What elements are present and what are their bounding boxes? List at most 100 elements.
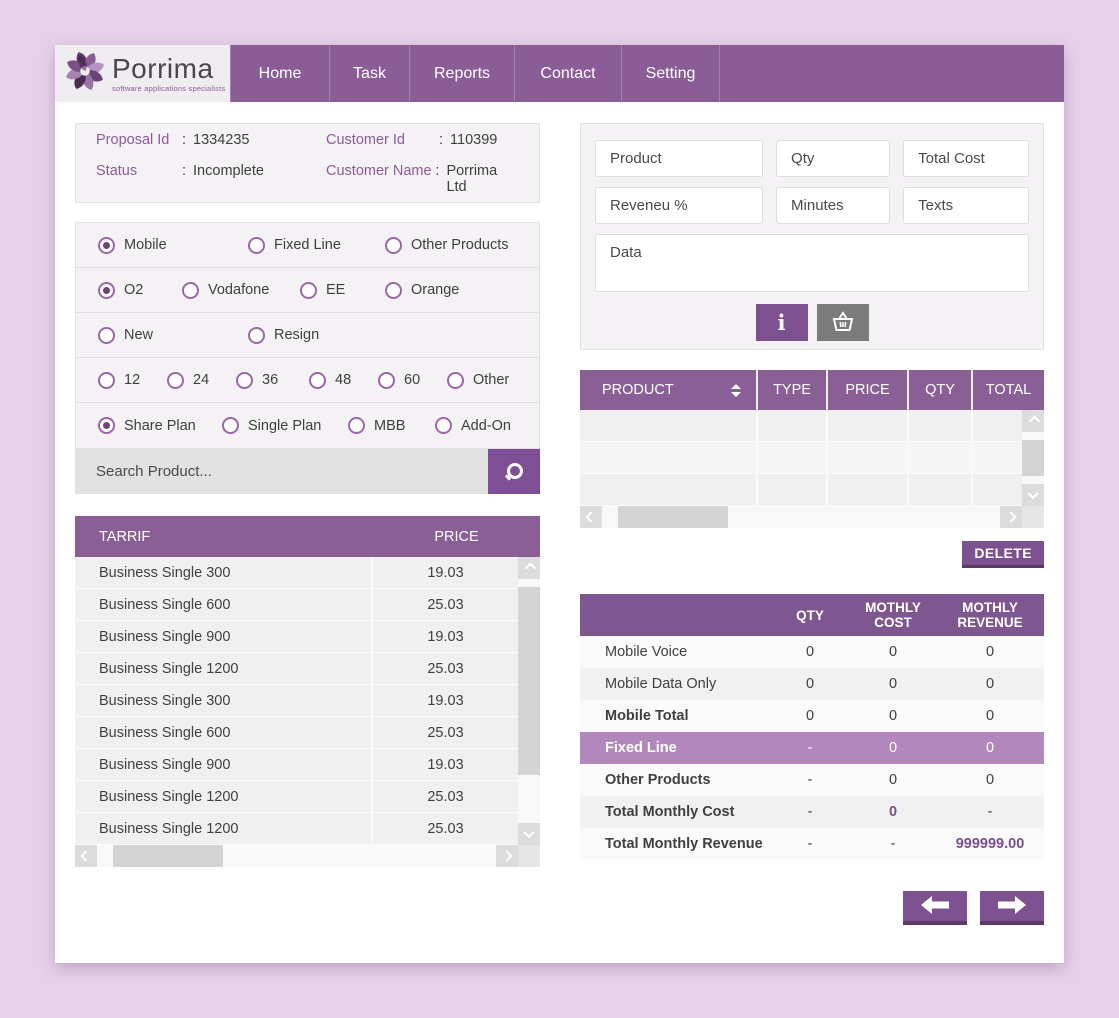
radio-single-plan[interactable]: Single Plan	[222, 417, 348, 434]
radio-share-plan[interactable]: Share Plan	[98, 417, 222, 434]
search-input[interactable]	[75, 449, 488, 494]
tariff-horizontal-scrollbar	[75, 845, 540, 867]
minutes-field[interactable]	[776, 187, 891, 224]
total-cost-field[interactable]	[903, 140, 1029, 177]
tariff-rows: Business Single 300 19.03 Business Single…	[75, 557, 518, 845]
product-options-panel: Mobile Fixed Line Other Products O2 Voda…	[75, 222, 540, 449]
selected-products-table: PRODUCT TYPE PRICE QTY TOTAL	[580, 370, 1044, 528]
chevron-right-icon	[1005, 511, 1017, 523]
radio-group-contract: New Resign	[76, 313, 539, 358]
tariff-row[interactable]: Business Single 600 25.03	[75, 717, 518, 749]
scroll-thumb[interactable]	[1022, 440, 1044, 476]
radio-add-on[interactable]: Add-On	[435, 417, 511, 434]
scroll-up-button[interactable]	[1022, 410, 1044, 432]
scroll-thumb[interactable]	[113, 845, 223, 867]
radio-icon	[447, 371, 464, 389]
logo: Porrima software applications specialist…	[55, 45, 230, 102]
radio-vodafone[interactable]: Vodafone	[182, 281, 300, 299]
scroll-right-button[interactable]	[1000, 506, 1022, 528]
column-header-qty: QTY	[909, 370, 973, 410]
chevron-up-icon	[524, 562, 537, 574]
nav-item-reports[interactable]: Reports	[410, 45, 515, 102]
tariff-row[interactable]: Business Single 900 19.03	[75, 749, 518, 781]
scroll-thumb[interactable]	[518, 587, 540, 775]
customer-id-field: Customer Id : 110399	[326, 131, 498, 148]
status-field: Status : Incomplete	[96, 163, 326, 195]
radio-o2[interactable]: O2	[98, 281, 182, 299]
column-header-total: TOTAL	[985, 382, 1032, 398]
product-field[interactable]	[595, 140, 764, 177]
customer-name-value: Porrima Ltd	[446, 162, 498, 195]
search-bar	[75, 449, 540, 494]
column-header-tarrif: TARRIF	[99, 528, 151, 545]
tariff-row[interactable]: Business Single 600 25.03	[75, 589, 518, 621]
basket-icon	[831, 310, 855, 335]
scroll-thumb[interactable]	[618, 506, 728, 528]
scroll-left-button[interactable]	[580, 506, 602, 528]
add-to-basket-button[interactable]	[816, 304, 869, 341]
scroll-right-button[interactable]	[496, 845, 518, 867]
column-header-qty: QTY	[796, 607, 824, 623]
radio-36[interactable]: 36	[236, 371, 309, 389]
customer-name-field: Customer Name : Porrima Ltd	[326, 163, 519, 195]
data-field[interactable]	[595, 234, 1029, 292]
table-row[interactable]	[580, 474, 1022, 506]
proposal-id-value: 1334235	[193, 131, 250, 148]
summary-row-total-monthly-cost: Total Monthly Cost -0-	[580, 796, 1044, 828]
scroll-left-button[interactable]	[75, 845, 97, 867]
table-row[interactable]	[580, 410, 1022, 442]
brand-name: Porrima	[112, 52, 214, 84]
radio-new[interactable]: New	[98, 326, 248, 344]
sort-icon[interactable]	[731, 383, 741, 397]
radio-48[interactable]: 48	[309, 371, 378, 389]
column-header-product[interactable]: PRODUCT	[580, 370, 758, 410]
radio-24[interactable]: 24	[167, 371, 236, 389]
nav-item-setting[interactable]: Setting	[622, 45, 720, 102]
radio-ee[interactable]: EE	[300, 281, 385, 299]
nav-item-task[interactable]: Task	[330, 45, 410, 102]
nav-item-contact[interactable]: Contact	[515, 45, 622, 102]
radio-orange[interactable]: Orange	[385, 281, 459, 299]
texts-field[interactable]	[903, 187, 1029, 224]
info-button[interactable]: i	[755, 304, 808, 341]
search-button[interactable]	[488, 449, 540, 494]
scrollbar-corner	[518, 845, 540, 867]
scroll-down-button[interactable]	[518, 823, 540, 845]
radio-icon	[167, 371, 184, 389]
radio-group-plan: Share Plan Single Plan MBB Add-On	[76, 403, 539, 448]
radio-other-products[interactable]: Other Products	[385, 236, 509, 254]
tariff-row[interactable]: Business Single 1200 25.03	[75, 813, 518, 845]
tariff-row[interactable]: Business Single 1200 25.03	[75, 781, 518, 813]
customer-id-value: 110399	[450, 131, 498, 148]
app-window: Porrima software applications specialist…	[55, 45, 1064, 963]
scroll-up-button[interactable]	[518, 557, 540, 579]
next-button[interactable]	[980, 891, 1044, 925]
revenue-field[interactable]	[595, 187, 764, 224]
radio-icon	[348, 417, 365, 434]
tariff-row[interactable]: Business Single 300 19.03	[75, 685, 518, 717]
radio-icon	[98, 417, 115, 434]
column-header-monthly-revenue: MOTHLY REVENUE	[957, 600, 1023, 630]
tariff-row[interactable]: Business Single 900 19.03	[75, 621, 518, 653]
radio-other-term[interactable]: Other	[447, 371, 509, 389]
radio-12[interactable]: 12	[98, 371, 167, 389]
summary-row-mobile-data-only: Mobile Data Only 0 0 0	[580, 668, 1044, 700]
qty-field[interactable]	[776, 140, 891, 177]
chevron-down-icon	[523, 826, 535, 839]
scroll-down-button[interactable]	[1022, 484, 1044, 506]
radio-fixed-line[interactable]: Fixed Line	[248, 236, 385, 254]
radio-mobile[interactable]: Mobile	[98, 236, 248, 254]
tariff-row[interactable]: Business Single 300 19.03	[75, 557, 518, 589]
radio-mbb[interactable]: MBB	[348, 417, 435, 434]
radio-icon	[98, 236, 115, 254]
previous-button[interactable]	[903, 891, 967, 925]
radio-60[interactable]: 60	[378, 371, 447, 389]
tariff-row[interactable]: Business Single 1200 25.03	[75, 653, 518, 685]
radio-resign[interactable]: Resign	[248, 326, 319, 344]
table-row[interactable]	[580, 442, 1022, 474]
chevron-up-icon	[1028, 415, 1041, 427]
nav-item-home[interactable]: Home	[230, 45, 330, 102]
radio-icon	[378, 371, 395, 389]
delete-button[interactable]: DELETE	[962, 541, 1044, 568]
radio-icon	[435, 417, 452, 434]
